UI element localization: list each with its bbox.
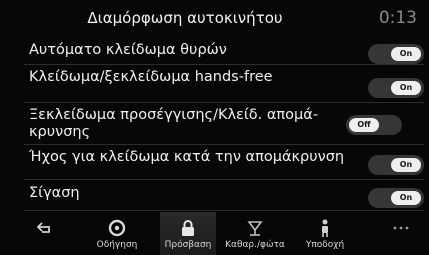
nav-label: Υποδοχή [305, 240, 345, 250]
setting-row-hands-free-lock: Κλείδωμα/ξεκλείδωμα hands-free On [24, 65, 424, 103]
setting-label: Ήχος για κλείδωμα κατά την απομάκρυνση [29, 149, 345, 165]
nav-label: Καθαρ./φώτα [225, 240, 285, 250]
header: Διαμόρφωση αυτοκινήτου 0:13 [0, 0, 429, 36]
toggle-knob: Off [349, 118, 379, 132]
wiper-light-icon [247, 221, 263, 236]
driving-icon [108, 219, 126, 237]
setting-label-line2: κρυνσης [29, 124, 91, 140]
nav-wipers-lights[interactable]: Καθαρ./φώτα [225, 212, 285, 255]
setting-row-auto-door-lock: Αυτόματο κλείδωμα θυρών On [24, 36, 424, 65]
toggle-knob: On [391, 191, 421, 205]
bottom-navbar: Οδήγηση Πρόσβαση Καθαρ./φώτα Υποδοχή [0, 212, 429, 255]
setting-label: Σίγαση [29, 185, 80, 201]
nav-more[interactable] [383, 212, 419, 255]
car-settings-screen: Διαμόρφωση αυτοκινήτου 0:13 Αυτόματο κλε… [0, 0, 429, 255]
setting-row-approach-unlock: Ξεκλείδωμα προσέγγισης/Κλείδ. απομά- κρυ… [24, 103, 424, 145]
nav-label: Πρόσβαση [164, 240, 212, 250]
toggle-knob: On [391, 47, 421, 61]
setting-label: Αυτόματο κλείδωμα θυρών [29, 42, 227, 58]
back-arrow-icon [36, 222, 50, 233]
lock-icon [182, 220, 194, 236]
mute-toggle[interactable]: On [368, 188, 424, 208]
nav-back[interactable] [24, 212, 64, 255]
toggle-knob: On [391, 158, 421, 172]
toggle-knob: On [391, 81, 421, 95]
approach-unlock-toggle[interactable]: Off [346, 115, 402, 135]
setting-row-walkaway-lock-sound: Ήχος για κλείδωμα κατά την απομάκρυνση O… [24, 145, 424, 180]
clock: 0:13 [378, 8, 417, 28]
nav-label: Οδήγηση [96, 240, 138, 250]
setting-label: Κλείδωμα/ξεκλείδωμα hands-free [29, 69, 273, 85]
hands-free-lock-toggle[interactable]: On [368, 78, 424, 98]
setting-label-line1: Ξεκλείδωμα προσέγγισης/Κλείδ. απομά- [29, 107, 319, 123]
nav-access[interactable]: Πρόσβαση [160, 212, 216, 255]
nav-welcome[interactable]: Υποδοχή [300, 212, 350, 255]
nav-driving[interactable]: Οδήγηση [90, 212, 144, 255]
walkaway-lock-sound-toggle[interactable]: On [368, 155, 424, 175]
page-title: Διαμόρφωση αυτοκινήτου [87, 9, 283, 27]
more-dots-icon [393, 226, 409, 230]
welcome-person-icon [322, 219, 328, 237]
auto-door-lock-toggle[interactable]: On [368, 44, 424, 64]
setting-row-mute: Σίγαση On [24, 180, 424, 211]
